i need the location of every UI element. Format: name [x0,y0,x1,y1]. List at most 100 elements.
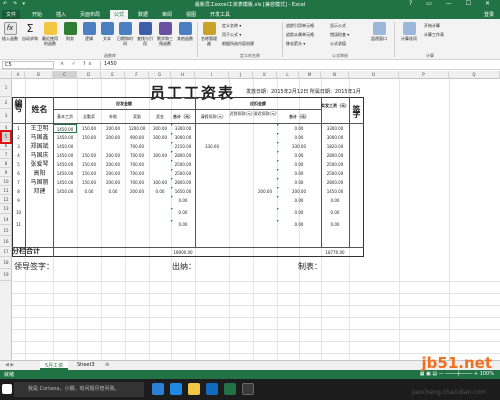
value-cell[interactable]: 0.00 [277,133,321,142]
value-cell[interactable]: 150.00 [77,178,101,187]
employee-name-cell[interactable]: 马国鑫 [26,133,53,142]
employee-number-cell[interactable]: 8 [12,187,25,196]
recent-functions-button[interactable]: 最近使用的函数 [41,22,59,46]
value-cell[interactable] [125,208,149,217]
value-cell[interactable]: 1450.00 [53,178,77,187]
value-cell[interactable]: 700.00 [125,160,149,169]
value-cell[interactable]: 300.00 [149,133,171,142]
name-manager-button[interactable]: 名称管理器 [200,22,218,46]
value-cell[interactable]: 3000.00 [321,133,349,142]
value-cell[interactable] [195,169,229,178]
value-cell[interactable]: 0.00 [277,160,321,169]
value-cell[interactable] [195,151,229,160]
value-cell[interactable] [53,208,77,217]
sheet-tab-sheet3[interactable]: Sheet3 [72,361,100,370]
column-header-g[interactable]: G [149,71,171,79]
autosum-button[interactable]: Σ 自动求和 [21,22,39,41]
column-header-k[interactable]: K [253,71,277,79]
value-cell[interactable]: 150.00 [77,133,101,142]
value-cell[interactable]: 200.00 [101,178,125,187]
column-header-e[interactable]: E [101,71,125,79]
column-header-m[interactable]: M [299,71,321,79]
value-cell[interactable]: 1450.00 [53,142,77,151]
row-header[interactable]: 16 [0,236,12,247]
employee-name-cell[interactable]: 高阳 [26,169,53,178]
employee-name-cell[interactable]: 马国庆 [26,151,53,160]
cortana-search-box[interactable]: 我是 Cortana，小娜。有问题尽管问我。 [14,382,144,397]
row-header[interactable]: 3 [0,109,12,123]
value-cell[interactable]: 0.00 [321,196,349,205]
row-header[interactable]: 8 [0,159,12,168]
column-header-b[interactable]: B [25,71,53,79]
tab-formulas[interactable]: 公式 [110,10,129,19]
tab-insert[interactable]: 插入 [52,10,70,19]
row-header[interactable]: 17 [0,247,12,257]
value-cell[interactable]: 0.00 [321,208,349,217]
value-cell[interactable] [77,196,101,205]
evaluate-formula-button[interactable]: 公式求值 [330,41,346,46]
value-cell[interactable]: 300.00 [149,151,171,160]
value-cell[interactable] [229,187,253,196]
value-cell[interactable]: 200.00 [125,187,149,196]
value-cell[interactable]: 700.00 [125,178,149,187]
calc-sheet-button[interactable]: 计算工作表 [424,32,444,37]
value-cell[interactable]: 2800.00 [321,151,349,160]
value-cell[interactable] [53,220,77,229]
employee-number-cell[interactable]: 1 [12,124,25,133]
insert-function-button[interactable]: fx 插入函数 [1,22,19,41]
app-taskbar-icon[interactable] [242,383,254,395]
column-header-h[interactable]: H [171,71,195,79]
value-cell[interactable]: 200.00 [101,151,125,160]
value-cell[interactable] [149,142,171,151]
edge-browser-icon[interactable] [170,383,182,395]
employee-name-cell[interactable]: 王卫明 [26,124,53,133]
value-cell[interactable] [229,133,253,142]
value-cell[interactable]: 0.00 [101,187,125,196]
value-cell[interactable] [229,169,253,178]
value-cell[interactable] [229,151,253,160]
value-cell[interactable] [149,208,171,217]
value-cell[interactable]: 2500.00 [321,169,349,178]
value-cell[interactable]: 200.00 [101,169,125,178]
value-cell[interactable]: 2500.00 [171,160,195,169]
row-header[interactable]: 7 [0,150,12,159]
value-cell[interactable]: 0.00 [277,178,321,187]
value-cell[interactable]: 150.00 [77,169,101,178]
value-cell[interactable]: 3300.00 [171,124,195,133]
window-controls[interactable]: ? ▭ — ☐ ✕ [409,0,496,7]
show-formulas-button[interactable]: 显示公式 [330,23,346,28]
value-cell[interactable]: 700.00 [125,142,149,151]
employee-number-cell[interactable]: 2 [12,133,25,142]
value-cell[interactable]: 0.00 [149,187,171,196]
column-header-l[interactable]: L [277,71,299,79]
value-cell[interactable]: 200.00 [101,124,125,133]
tab-view[interactable]: 视图 [182,10,200,19]
row-header[interactable]: 2 [0,97,12,109]
create-from-selection-button[interactable]: 根据所选内容创建 [222,41,254,46]
sheet-nav-arrows[interactable]: ◀ ▶ [0,361,19,370]
value-cell[interactable]: 0.00 [77,187,101,196]
value-cell[interactable]: 3000.00 [171,133,195,142]
value-cell[interactable]: 2800.00 [171,151,195,160]
value-cell[interactable] [253,220,277,229]
employee-number-cell[interactable]: 5 [12,160,25,169]
value-cell[interactable] [229,220,253,229]
value-cell[interactable] [229,124,253,133]
employee-number-cell[interactable]: 6 [12,169,25,178]
lookup-button[interactable]: 查找与引用 [136,22,154,46]
name-box[interactable]: C5 [2,61,54,69]
logical-button[interactable]: 逻辑 [80,22,98,41]
active-cell[interactable]: 1450.00 [53,124,77,133]
calc-now-button[interactable]: 开始计算 [424,23,440,28]
value-cell[interactable] [149,160,171,169]
value-cell[interactable] [195,220,229,229]
employee-name-cell[interactable]: 马国丽 [26,178,53,187]
column-header-q[interactable]: Q [449,71,500,79]
value-cell[interactable]: 200.00 [101,160,125,169]
value-cell[interactable]: 300.00 [149,178,171,187]
employee-name-cell[interactable] [26,220,53,229]
value-cell[interactable]: 900.00 [125,133,149,142]
value-cell[interactable] [149,196,171,205]
column-header-c[interactable]: C [53,71,77,79]
value-cell[interactable] [195,208,229,217]
